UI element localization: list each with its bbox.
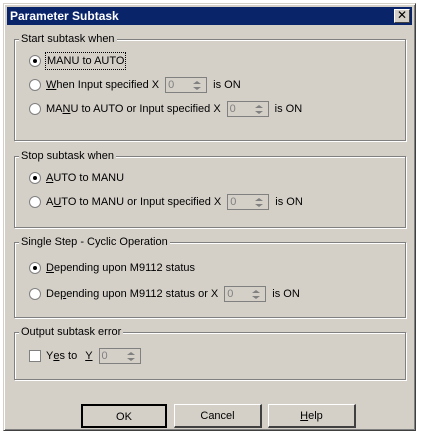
suffix-label: is ON bbox=[274, 103, 303, 115]
mnemonic: H bbox=[300, 410, 309, 422]
radio-depending-status-or-x[interactable] bbox=[29, 288, 41, 300]
output-error-legend: Output subtask error bbox=[19, 326, 124, 338]
spin-value[interactable]: 0 bbox=[100, 349, 124, 363]
start-option-label: MANU to AUTO bbox=[44, 52, 127, 70]
single-step-x-stepper[interactable]: 0 bbox=[224, 286, 267, 302]
output-error-group: Output subtask error Yes to Y 0 bbox=[14, 326, 406, 380]
radio-auto-to-manu-or-input[interactable] bbox=[29, 196, 41, 208]
single-step-option-label: epending upon M9112 status bbox=[53, 262, 196, 274]
label-part: Y bbox=[46, 350, 54, 362]
radio-when-input-specified[interactable] bbox=[29, 79, 41, 91]
title-bar: Parameter Subtask ✕ bbox=[7, 7, 412, 25]
single-step-legend: Single Step - Cyclic Operation bbox=[19, 236, 170, 248]
help-label: elp bbox=[308, 410, 323, 422]
spin-arrows-icon[interactable] bbox=[190, 78, 206, 92]
spin-value[interactable]: 0 bbox=[166, 78, 190, 92]
stop-option-auto-to-manu[interactable]: A UTO to MANU bbox=[29, 170, 124, 186]
output-y-stepper[interactable]: 0 bbox=[98, 348, 141, 364]
spin-value[interactable]: 0 bbox=[228, 102, 252, 116]
single-step-group: Single Step - Cyclic Operation Depending… bbox=[14, 236, 406, 318]
stop-subtask-group: Stop subtask when A UTO to MANU A U TO to M… bbox=[14, 150, 406, 228]
mnemonic: U bbox=[53, 196, 62, 208]
radio-manu-to-auto-or-input[interactable] bbox=[29, 103, 41, 115]
stop-option-auto-or-input[interactable]: A U TO to MANU or Input specified X 0 is O… bbox=[29, 194, 303, 210]
checkbox-label: s to bbox=[59, 350, 78, 362]
stop-subtask-legend: Stop subtask when bbox=[19, 150, 116, 162]
mnemonic: N bbox=[62, 103, 71, 115]
radio-depending-status[interactable] bbox=[29, 262, 41, 274]
help-button[interactable]: Help bbox=[268, 404, 356, 428]
output-error-row[interactable]: Yes to Y 0 bbox=[29, 348, 147, 364]
close-icon: ✕ bbox=[396, 8, 408, 22]
single-step-option-status[interactable]: Depending upon M9112 status bbox=[29, 260, 195, 276]
start-option-label: hen Input specified X bbox=[56, 79, 160, 91]
suffix-label: is ON bbox=[272, 288, 300, 300]
ok-label: OK bbox=[116, 411, 132, 423]
start-option-label: U to AUTO or Input specified X bbox=[70, 103, 221, 115]
spin-arrows-icon[interactable] bbox=[252, 195, 268, 209]
stop-option-label: TO to MANU or Input specified X bbox=[61, 196, 222, 208]
single-step-option-label: ending upon M9112 status or X bbox=[66, 288, 219, 300]
ok-button[interactable]: OK bbox=[81, 404, 167, 428]
window-title: Parameter Subtask bbox=[10, 9, 119, 23]
start-option-manu-to-auto[interactable]: MANU to AUTO bbox=[29, 52, 127, 70]
spin-arrows-icon[interactable] bbox=[249, 287, 265, 301]
cancel-button[interactable]: Cancel bbox=[174, 404, 262, 428]
start-manu-or-input-x-stepper[interactable]: 0 bbox=[226, 101, 269, 117]
stop-option-label: UTO to MANU bbox=[53, 172, 125, 184]
cancel-label: Cancel bbox=[200, 410, 235, 422]
spin-value[interactable]: 0 bbox=[225, 287, 249, 301]
spin-arrows-icon[interactable] bbox=[124, 349, 140, 363]
start-subtask-group: Start subtask when MANU to AUTO When Inp… bbox=[14, 33, 406, 141]
mnemonic: D bbox=[46, 262, 54, 274]
close-button[interactable]: ✕ bbox=[394, 9, 410, 23]
start-subtask-legend: Start subtask when bbox=[19, 33, 117, 45]
stop-input-x-stepper[interactable]: 0 bbox=[227, 194, 270, 210]
start-input-x-stepper[interactable]: 0 bbox=[165, 77, 208, 93]
mnemonic: W bbox=[46, 79, 57, 91]
start-option-manu-or-input[interactable]: MA N U to AUTO or Input specified X 0 is O… bbox=[29, 101, 302, 117]
radio-manu-to-auto[interactable] bbox=[29, 55, 41, 67]
yes-to-checkbox[interactable] bbox=[29, 350, 41, 362]
parameter-subtask-dialog: Parameter Subtask ✕ Start subtask when M… bbox=[3, 3, 416, 431]
mnemonic: A bbox=[46, 172, 54, 184]
spin-arrows-icon[interactable] bbox=[252, 102, 268, 116]
single-step-option-status-or-x[interactable]: De p ending upon M9112 status or X 0 is ON bbox=[29, 286, 300, 302]
device-label: Y bbox=[85, 350, 93, 362]
start-option-input-specified[interactable]: When Input specified X 0 is ON bbox=[29, 77, 241, 93]
suffix-label: is ON bbox=[275, 196, 303, 208]
label-part: A bbox=[46, 196, 54, 208]
suffix-label: is ON bbox=[213, 79, 241, 91]
label-part: MA bbox=[46, 103, 63, 115]
radio-auto-to-manu[interactable] bbox=[29, 172, 41, 184]
label-part: De bbox=[46, 288, 61, 300]
spin-value[interactable]: 0 bbox=[228, 195, 252, 209]
